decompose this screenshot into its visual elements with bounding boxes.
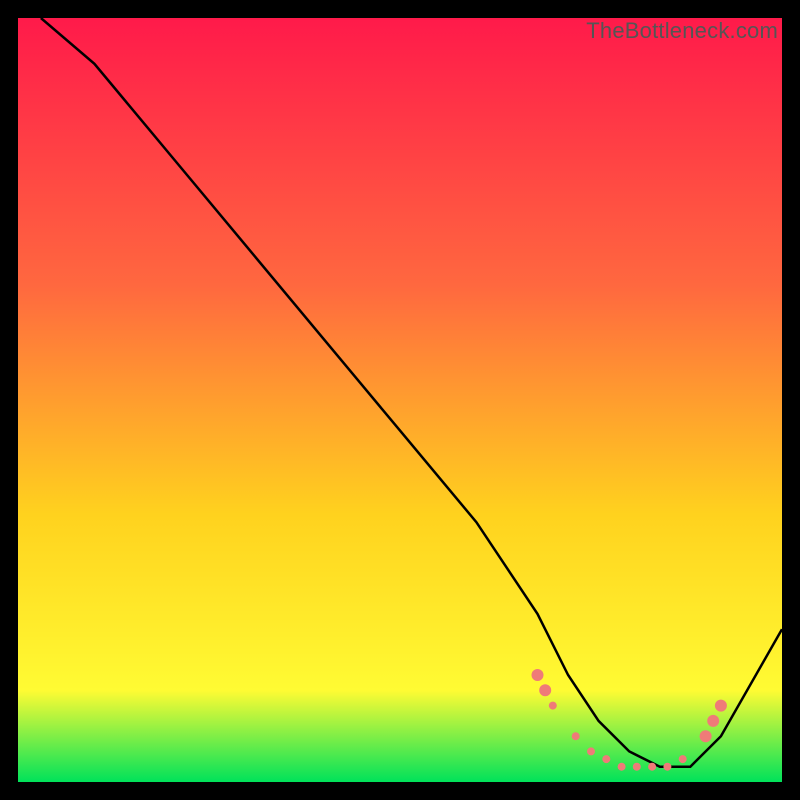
watermark-text: TheBottleneck.com <box>586 18 778 44</box>
chart-svg <box>18 18 782 782</box>
marker-point <box>633 763 641 771</box>
marker-point <box>700 730 712 742</box>
marker-point <box>532 669 544 681</box>
gradient-background <box>18 18 782 782</box>
marker-point <box>539 684 551 696</box>
marker-point <box>663 763 671 771</box>
marker-point <box>707 715 719 727</box>
chart-frame: TheBottleneck.com <box>18 18 782 782</box>
marker-point <box>715 700 727 712</box>
marker-point <box>572 732 580 740</box>
marker-point <box>679 755 687 763</box>
marker-point <box>648 763 656 771</box>
marker-point <box>618 763 626 771</box>
marker-point <box>602 755 610 763</box>
marker-point <box>549 702 557 710</box>
marker-point <box>587 747 595 755</box>
